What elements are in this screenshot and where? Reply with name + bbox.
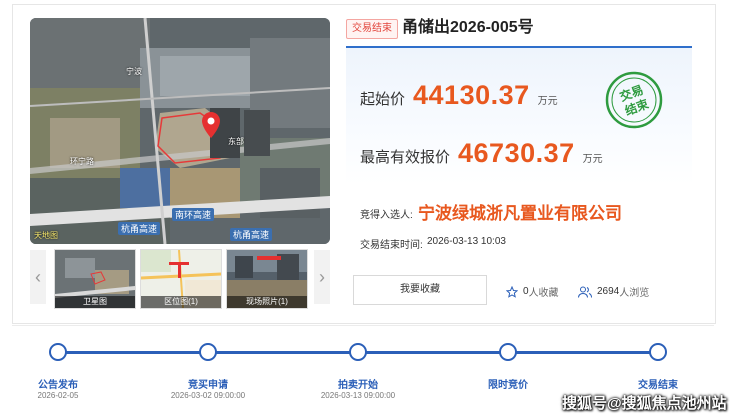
- end-time-label: 交易结束时间:: [360, 240, 423, 251]
- start-price-label: 起始价: [360, 91, 406, 108]
- timeline-node: [199, 343, 217, 361]
- views-suffix: 人浏览: [619, 288, 650, 299]
- status-badge: 交易结束: [346, 19, 398, 39]
- satellite-map[interactable]: 宁波 环宁路 东部 南环高速 杭甬高速 杭甬高速 天地图: [30, 18, 330, 244]
- timeline-node: [49, 343, 67, 361]
- max-bid-label: 最高有效报价: [360, 149, 451, 166]
- max-bid-value: 46730.37: [458, 138, 575, 168]
- gallery-prev-button[interactable]: ‹: [30, 250, 46, 304]
- favorite-button[interactable]: 我要收藏: [353, 275, 487, 305]
- timeline-step-date: 2026-03-13 09:00:00: [320, 391, 396, 400]
- gallery-thumb-location[interactable]: 区位图(1): [140, 249, 222, 309]
- favorites-stat[interactable]: 0 人收藏: [506, 284, 559, 299]
- map-label: 宁波: [126, 67, 142, 76]
- watermark: 搜狐号@搜狐焦点池州站: [562, 395, 727, 412]
- timeline-node: [649, 343, 667, 361]
- map-label: 环宁路: [70, 157, 94, 166]
- timeline-node: [499, 343, 517, 361]
- start-price-unit: 万元: [537, 96, 558, 107]
- start-price-row: 起始价 44130.37 万元: [360, 80, 558, 111]
- timeline-step-label: 拍卖开始: [338, 380, 378, 391]
- chevron-left-icon: ‹: [35, 266, 41, 287]
- max-bid-row: 最高有效报价 46730.37 万元: [360, 138, 603, 169]
- location-pin-icon: [202, 112, 220, 138]
- timeline-step-date: 2026-03-02 09:00:00: [170, 391, 246, 400]
- views-stat: 2694 人浏览: [578, 284, 649, 299]
- thumb-caption: 现场照片(1): [227, 296, 307, 308]
- views-count: 2694: [597, 286, 620, 297]
- road-label: 杭甬高速: [118, 222, 161, 235]
- timeline-step-label: 限时竞价: [488, 380, 528, 391]
- thumb-caption: 卫星图: [55, 296, 135, 308]
- users-icon: [578, 286, 592, 298]
- road-label: 杭甬高速: [230, 228, 273, 241]
- road-label: 南环高速: [172, 208, 215, 221]
- gallery-thumb-photo[interactable]: 现场照片(1): [226, 249, 308, 309]
- lot-title: 甬储出2026-005号: [402, 19, 534, 36]
- timeline-step-label: 交易结束: [638, 380, 678, 391]
- map-label: 东部: [228, 137, 244, 146]
- start-price-value: 44130.37: [413, 80, 530, 110]
- timeline-step-date: 2026-02-05: [37, 391, 79, 400]
- gallery-thumb-satellite[interactable]: 卫星图: [54, 249, 136, 309]
- section-divider: [12, 325, 714, 326]
- timeline-step-label: 竞买申请: [188, 380, 228, 391]
- winner-label: 竞得入选人:: [360, 210, 413, 221]
- end-time-value: 2026-03-13 10:03: [427, 236, 506, 247]
- timeline-node: [349, 343, 367, 361]
- timeline-step-label: 公告发布: [38, 380, 78, 391]
- star-icon: [506, 285, 518, 298]
- max-bid-unit: 万元: [582, 154, 603, 165]
- transaction-closed-stamp-icon: 交易 结束: [605, 71, 663, 129]
- chevron-right-icon: ›: [319, 266, 325, 287]
- price-panel: 起始价 44130.37 万元 最高有效报价 46730.37 万元 交易 结束: [346, 46, 692, 184]
- gallery-next-button[interactable]: ›: [314, 250, 330, 304]
- winner-name: 宁波绿城浙凡置业有限公司: [418, 204, 622, 223]
- favorites-suffix: 人收藏: [528, 288, 559, 299]
- thumb-caption: 区位图(1): [141, 296, 221, 308]
- map-corner-mark: 天地图: [34, 231, 58, 240]
